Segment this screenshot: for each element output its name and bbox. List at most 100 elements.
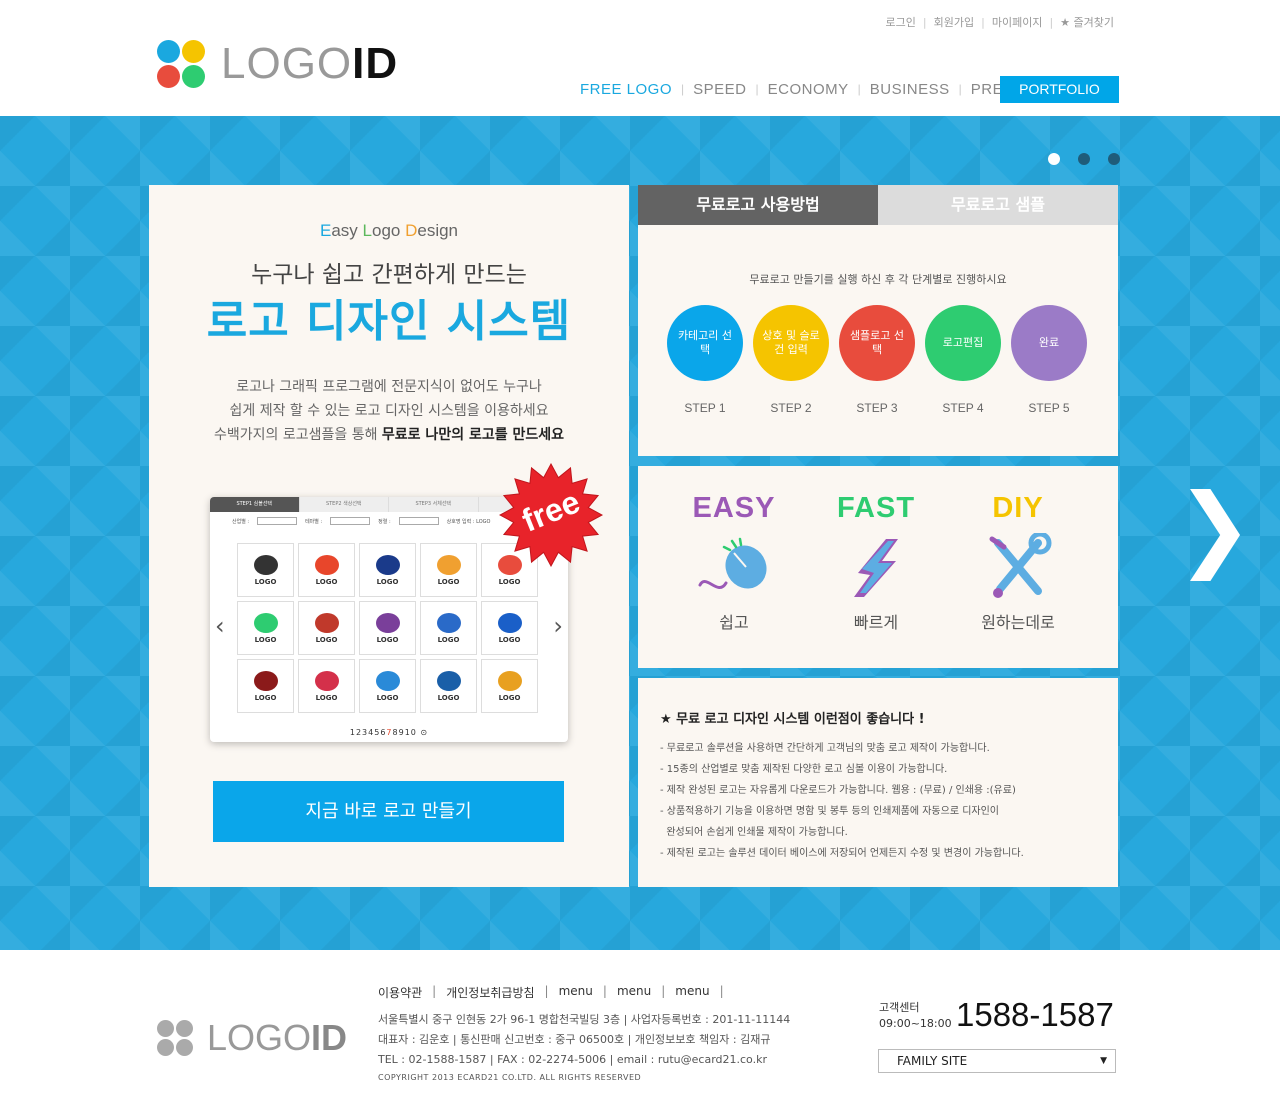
preview-logo-cell: LOGO (359, 659, 416, 713)
tab-howto[interactable]: 무료로고 사용방법 (638, 185, 878, 225)
preview-logo-cell: LOGO (420, 659, 477, 713)
sample-logo-icon (436, 554, 461, 575)
preview-logo-label: LOGO (254, 693, 277, 702)
slide-dot-1[interactable] (1048, 153, 1060, 165)
preview-logo-cell: LOGO (420, 601, 477, 655)
sample-logo-icon (375, 612, 400, 633)
preview-logo-cell: LOGO (420, 543, 477, 597)
sample-logo-icon (314, 670, 339, 691)
hero-description: 로고나 그래픽 프로그램에 전문지식이 없어도 누구나 쉽게 제작 할 수 있는… (214, 379, 564, 443)
logo-mark-icon (157, 40, 205, 88)
feature-easy: EASY 쉽고 (692, 492, 776, 632)
hero-subtitle: 누구나 쉽고 간편하게 만드는 (251, 262, 527, 288)
preview-logo-cell: LOGO (298, 659, 355, 713)
preview-logo-label: LOGO (498, 693, 521, 702)
preview-prev-icon: ‹ (215, 612, 225, 640)
nav-business[interactable]: BUSINESS (870, 81, 950, 98)
slide-indicator (1048, 153, 1120, 165)
preview-logo-cell: LOGO (298, 543, 355, 597)
steps: 카테고리 선택 STEP 1 상호 및 슬로건 입력 STEP 2 샘플로고 선… (667, 305, 1087, 415)
chevron-down-icon: ▼ (1100, 1056, 1107, 1066)
list-item: - 상품적용하기 기능을 이용하면 명함 및 봉투 등의 인쇄제품에 자동으로 … (660, 806, 999, 817)
signup-link[interactable]: 회원가입 (934, 14, 974, 30)
login-link[interactable]: 로그인 (886, 14, 916, 30)
footer-logo-mark-icon (157, 1020, 193, 1056)
tab-samples[interactable]: 무료로고 샘플 (878, 185, 1118, 225)
preview-logo-label: LOGO (315, 577, 338, 586)
company-info: 서울특별시 중구 인현동 2가 96-1 명합천국빌딩 3층 | 사업자등록번호… (378, 1013, 791, 1066)
sample-logo-icon (436, 670, 461, 691)
sample-logo-icon (314, 612, 339, 633)
utility-nav: 로그인 | 회원가입 | 마이페이지 | ★ 즐겨찾기 (885, 14, 1114, 30)
privacy-link[interactable]: 개인정보취급방침 (446, 984, 534, 1001)
step-label: STEP 4 (942, 401, 984, 415)
mypage-link[interactable]: 마이페이지 (992, 14, 1043, 30)
preview-logo-cell: LOGO (481, 659, 538, 713)
preview-logo-label: LOGO (437, 693, 460, 702)
preview-logo-cell: LOGO (359, 543, 416, 597)
step-4: 로고편집 STEP 4 (925, 305, 1001, 415)
next-slide-icon[interactable]: ❯ (1176, 482, 1253, 582)
step-circle: 상호 및 슬로건 입력 (753, 305, 829, 381)
preview-logo-label: LOGO (315, 693, 338, 702)
step-label: STEP 1 (684, 401, 726, 415)
menu-link[interactable]: menu (675, 984, 709, 1001)
bookmark-link[interactable]: ★ 즐겨찾기 (1060, 14, 1114, 30)
family-site-select[interactable]: FAMILY SITE ▼ (878, 1049, 1116, 1073)
list-item: - 제작 완성된 로고는 자유롭게 다운로드가 가능합니다. 웹용 : (무료)… (660, 785, 1016, 796)
preview-logo-label: LOGO (315, 635, 338, 644)
customer-phone: 1588-1587 (956, 996, 1114, 1033)
footer-links: 이용약관 | 개인정보취급방침 | menu | menu | menu | (378, 984, 724, 1001)
tools-icon (978, 531, 1058, 603)
free-badge: free (498, 462, 604, 568)
sample-logo-icon (375, 554, 400, 575)
sample-logo-icon (314, 554, 339, 575)
preview-pagination: 12345678910 ⊙ (349, 728, 429, 737)
preview-next-icon: › (553, 612, 563, 640)
hero-title: 로고 디자인 시스템 (206, 296, 572, 347)
mouse-icon (694, 533, 774, 603)
list-item: - 15종의 산업별로 맞춤 제작된 다양한 로고 심볼 이용이 가능합니다. (660, 764, 948, 775)
step-label: STEP 5 (1028, 401, 1070, 415)
sample-logo-icon (375, 670, 400, 691)
nav-free-logo[interactable]: FREE LOGO (580, 81, 672, 98)
menu-link[interactable]: menu (559, 984, 593, 1001)
slide-dot-2[interactable] (1078, 153, 1090, 165)
merits-title: ★ 무료 로고 디자인 시스템 이런점이 좋습니다 ! (660, 712, 925, 727)
step-3: 샘플로고 선택 STEP 3 (839, 305, 915, 415)
preview-logo-label: LOGO (254, 635, 277, 644)
customer-center: 고객센터 09:00~18:00 (879, 1001, 952, 1030)
lightning-icon (836, 533, 916, 603)
step-5: 완료 STEP 5 (1011, 305, 1087, 415)
merits-panel: ★ 무료 로고 디자인 시스템 이런점이 좋습니다 ! - 무료로고 솔루션을 … (638, 678, 1118, 887)
step-circle: 샘플로고 선택 (839, 305, 915, 381)
preview-logo-label: LOGO (437, 635, 460, 644)
preview-logo-cell: LOGO (237, 543, 294, 597)
header: LOGOID 로그인 | 회원가입 | 마이페이지 | ★ 즐겨찾기 FREE … (0, 0, 1280, 116)
portfolio-button[interactable]: PORTFOLIO (1000, 76, 1119, 103)
tagline: Easy Logo Design (319, 221, 458, 240)
make-logo-button[interactable]: 지금 바로 로고 만들기 (213, 781, 564, 842)
howto-panel: 무료로고 사용방법 무료로고 샘플 무료로고 만들기를 실행 하신 후 각 단계… (638, 185, 1118, 456)
footer-logo[interactable]: LOGOID (157, 1020, 347, 1056)
list-item: - 무료로고 솔루션을 사용하면 간단하게 고객님의 맞춤 로고 제작이 가능합… (660, 743, 990, 754)
preview-logo-cell: LOGO (237, 601, 294, 655)
footer: LOGOID 이용약관 | 개인정보취급방침 | menu | menu | menu |… (0, 950, 1280, 1108)
terms-link[interactable]: 이용약관 (378, 984, 422, 1001)
site-logo[interactable]: LOGOID (157, 40, 398, 88)
nav-economy[interactable]: ECONOMY (768, 81, 849, 98)
sample-logo-icon (253, 670, 278, 691)
nav-speed[interactable]: SPEED (693, 81, 746, 98)
preview-logo-cell: LOGO (481, 601, 538, 655)
preview-logo-label: LOGO (437, 577, 460, 586)
copyright: COPYRIGHT 2013 ECARD21 CO.LTD. ALL RIGHT… (378, 1073, 642, 1082)
preview-logo-label: LOGO (254, 577, 277, 586)
preview-logo-label: LOGO (376, 635, 399, 644)
step-circle: 카테고리 선택 (667, 305, 743, 381)
step-label: STEP 3 (856, 401, 898, 415)
main-nav: FREE LOGO | SPEED | ECONOMY | BUSINESS |… (580, 76, 1045, 102)
preview-logo-label: LOGO (376, 577, 399, 586)
menu-link[interactable]: menu (617, 984, 651, 1001)
slide-dot-3[interactable] (1108, 153, 1120, 165)
step-2: 상호 및 슬로건 입력 STEP 2 (753, 305, 829, 415)
